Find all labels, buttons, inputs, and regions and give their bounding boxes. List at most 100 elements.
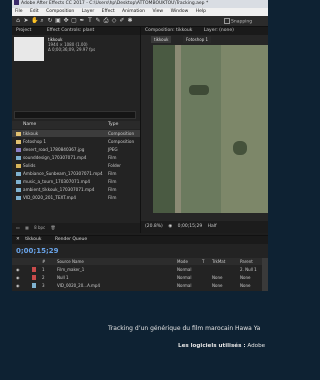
layer-label-color[interactable]	[32, 275, 36, 280]
composition-viewer[interactable]	[153, 45, 268, 213]
home-icon[interactable]: ⌂	[15, 18, 21, 24]
project-list-item[interactable]: ambient_tikkouk_170307071.mp4 Film	[12, 186, 140, 193]
menu-animation[interactable]: Animation	[122, 9, 145, 14]
project-list-item[interactable]: VID_0020_201_TEXT.mp4 Film	[12, 194, 140, 201]
timeline-layer-row[interactable]: ◉ 2 Null 1 Normal None None	[12, 274, 268, 281]
layer-label-color[interactable]	[32, 267, 36, 272]
layer-mode[interactable]: Normal	[177, 274, 191, 281]
aerial-field-strip	[153, 45, 175, 213]
tab-project[interactable]: Project	[16, 28, 31, 33]
layer-parent[interactable]: None	[240, 282, 250, 289]
roto-brush-tool-icon[interactable]: ✐	[119, 18, 125, 24]
layer-trkmat[interactable]: None	[212, 282, 222, 289]
footage-icon	[16, 188, 21, 192]
resolution-dropdown[interactable]: Half	[208, 224, 217, 229]
timeline-current-time[interactable]: 0;00;15;29	[16, 247, 59, 255]
footage-icon	[16, 180, 21, 184]
layer-mode[interactable]: Normal	[177, 266, 191, 273]
tab-effect-controls[interactable]: Effect Controls: plant	[47, 28, 94, 33]
layer-name[interactable]: Film_maker_1	[57, 266, 84, 273]
timeline-graph-area[interactable]	[262, 258, 268, 291]
project-item-name: sounddesign_170307071.mp4	[23, 155, 87, 160]
menu-view[interactable]: View	[152, 9, 163, 14]
selection-tool-icon[interactable]: ➤	[23, 18, 29, 24]
comp-subtab-tikkouk[interactable]: tikkouk	[151, 36, 172, 43]
column-t: T	[202, 259, 205, 264]
project-item-type: Film	[108, 187, 117, 192]
visibility-eye-icon[interactable]: ◉	[16, 282, 20, 289]
column-trkmat[interactable]: TrkMat	[212, 258, 225, 265]
trash-icon[interactable]: 🗑	[51, 225, 56, 230]
layer-trkmat[interactable]: None	[212, 274, 222, 281]
menu-file[interactable]: File	[15, 9, 23, 14]
menu-bar: File Edit Composition Layer Effect Anima…	[12, 8, 268, 16]
hand-tool-icon[interactable]: ✋	[31, 18, 38, 24]
menu-window[interactable]: Window	[171, 9, 189, 14]
tab-timeline-tikkouk[interactable]: tikkouk	[25, 237, 41, 242]
visibility-eye-icon[interactable]: ◉	[16, 274, 20, 281]
tab-composition[interactable]: Composition: tikkouk	[145, 28, 192, 33]
stamp-tool-icon[interactable]: ⎙	[103, 18, 109, 24]
project-item-name: tikkouk	[23, 131, 39, 136]
snapping-toggle[interactable]: Snapping	[224, 18, 252, 25]
layer-parent[interactable]: 2. Null 1	[240, 266, 257, 273]
menu-edit[interactable]: Edit	[30, 9, 39, 14]
layer-mode[interactable]: Normal	[177, 282, 191, 289]
menu-composition[interactable]: Composition	[46, 9, 74, 14]
rotate-tool-icon[interactable]: ↻	[47, 18, 53, 24]
footage-icon	[16, 196, 21, 200]
tab-layer[interactable]: Layer: (none)	[204, 28, 234, 33]
bpc-indicator[interactable]: 8 bpc	[34, 225, 45, 230]
project-item-type: Film	[108, 179, 117, 184]
project-search-input[interactable]	[14, 111, 136, 119]
layer-label-color[interactable]	[32, 283, 36, 288]
project-list-item[interactable]: tikkouk Composition	[12, 130, 140, 137]
layer-name[interactable]: VID_0020_20...A.mp4	[57, 282, 100, 289]
camera-tool-icon[interactable]: ▣	[55, 18, 61, 24]
project-list-item[interactable]: music_a_tourn_170307071.mp4 Film	[12, 178, 140, 185]
project-item-name: music_a_tourn_170307071.mp4	[23, 179, 91, 184]
timeline-layer-row[interactable]: ◉ 1 Film_maker_1 Normal 2. Null 1	[12, 266, 268, 273]
type-tool-icon[interactable]: T	[87, 18, 93, 24]
tab-render-queue[interactable]: Render Queue	[55, 237, 87, 242]
puppet-tool-icon[interactable]: ✱	[127, 18, 133, 24]
new-composition-icon[interactable]: ▦	[25, 225, 29, 230]
new-folder-icon[interactable]: ▭	[16, 225, 20, 230]
timeline-layer-row[interactable]: ◉ 3 VID_0020_20...A.mp4 Normal None None	[12, 282, 268, 289]
comp-subtab-fotoshop[interactable]: Fotoshop 1	[183, 36, 212, 43]
brush-tool-icon[interactable]: ✎	[95, 18, 101, 24]
project-item-type: Composition	[108, 131, 135, 136]
project-item-name: VID_0020_201_TEXT.mp4	[23, 195, 77, 200]
column-name[interactable]: Name	[23, 121, 36, 129]
camera-icon[interactable]: ◉	[168, 224, 172, 229]
close-icon[interactable]: ✕	[16, 237, 20, 242]
column-parent[interactable]: Parent	[240, 258, 253, 265]
column-number: #	[42, 259, 46, 264]
menu-layer[interactable]: Layer	[82, 9, 95, 14]
magnification-dropdown[interactable]: (20.8%)	[145, 224, 163, 229]
menu-effect[interactable]: Effect	[102, 9, 115, 14]
project-list-item[interactable]: sounddesign_170307071.mp4 Film	[12, 154, 140, 161]
zoom-tool-icon[interactable]: ⌕	[39, 18, 45, 24]
pan-behind-tool-icon[interactable]: ✥	[63, 18, 69, 24]
layer-parent[interactable]: None	[240, 274, 250, 281]
project-list-item[interactable]: Fotoshop 1 Composition	[12, 138, 140, 145]
snapping-label: Snapping	[231, 19, 253, 25]
column-mode[interactable]: Mode	[177, 258, 188, 265]
eraser-tool-icon[interactable]: ◇	[111, 18, 117, 24]
layer-name[interactable]: Null 1	[57, 274, 69, 281]
project-list-item[interactable]: desert_road_1780840367.jpg JPEG	[12, 146, 140, 153]
rectangle-tool-icon[interactable]: ▢	[71, 18, 77, 24]
caption-software-label: Les logiciels utilisés :	[178, 343, 246, 349]
column-type[interactable]: Type	[108, 121, 118, 129]
project-item-thumbnail	[14, 37, 44, 61]
menu-help[interactable]: Help	[196, 9, 206, 14]
column-source-name[interactable]: Source Name	[57, 258, 84, 265]
snapping-checkbox[interactable]	[224, 18, 230, 24]
visibility-eye-icon[interactable]: ◉	[16, 266, 20, 273]
pen-tool-icon[interactable]: ✒	[79, 18, 85, 24]
project-list-item[interactable]: Solids Folder	[12, 162, 140, 169]
project-list-item[interactable]: Ambiance_Sunbeam_170307071.mp4 Film	[12, 170, 140, 177]
project-item-type: Film	[108, 195, 117, 200]
current-time-display[interactable]: 0;00;15;29	[178, 224, 203, 229]
